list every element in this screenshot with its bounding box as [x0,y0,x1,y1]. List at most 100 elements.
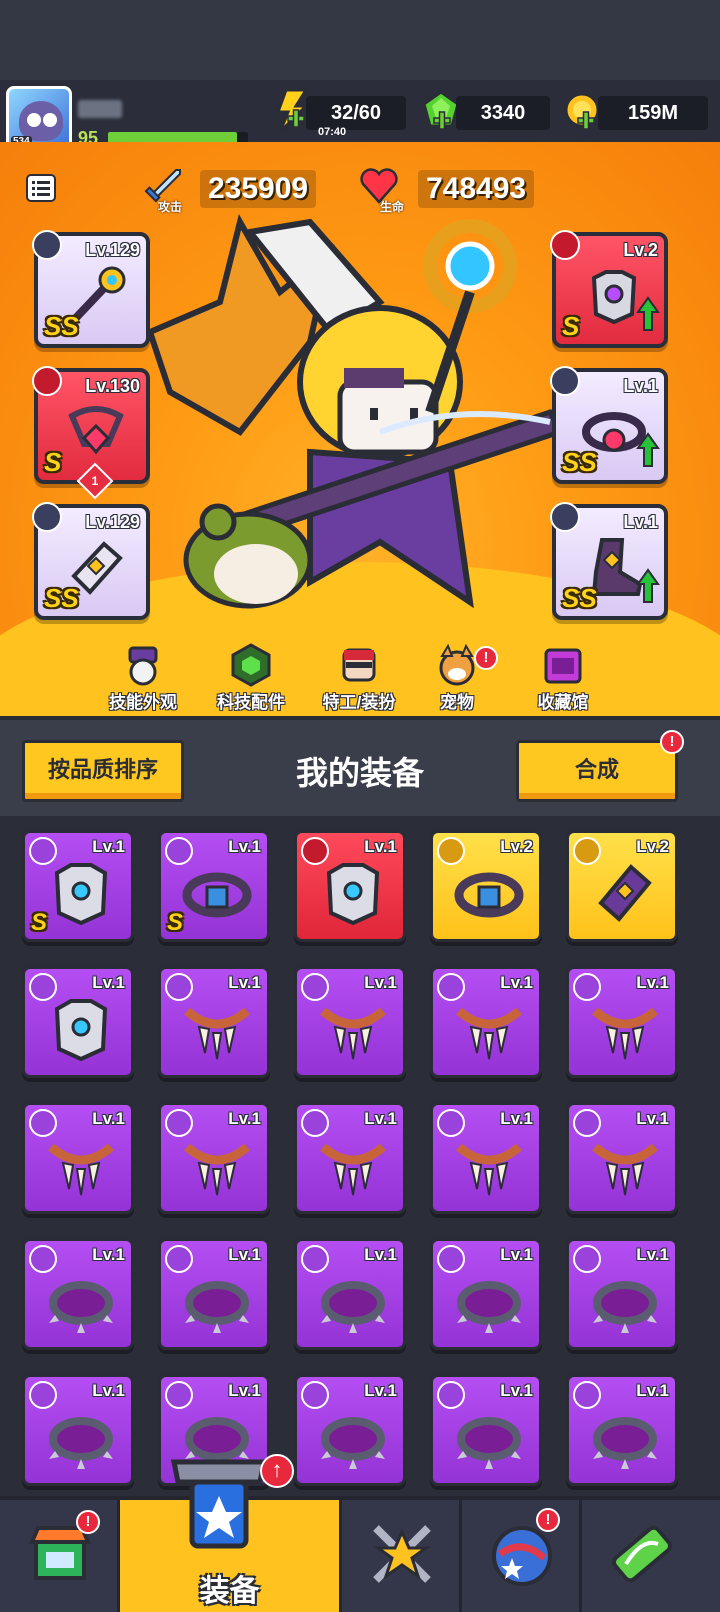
inventory-item[interactable]: Lv.1 [158,1238,270,1350]
inventory-grid: Lv.1 S Lv.1 S Lv.1 Lv.2 Lv.2 Lv.1 Lv.1 Lv.1 Lv.1 Lv… [0,816,720,1496]
pet-icon [439,643,475,686]
sort-by-quality-button[interactable]: 按品质排序 [22,740,184,802]
inventory-item[interactable]: Lv.1 [294,1374,406,1486]
item-level: Lv.1 [364,1109,397,1128]
inventory-item[interactable]: Lv.1 [430,966,542,1078]
tab-label: 装备 [199,1575,260,1608]
inventory-item[interactable]: Lv.2 [430,830,542,942]
inventory-item[interactable]: Lv.1 [22,1238,134,1350]
equipped-armor-slot[interactable]: Lv.2 S [550,230,668,348]
inventory-item[interactable]: Lv.1 [294,966,406,1078]
inventory-item[interactable]: Lv.1 S [22,830,134,942]
nav-tech-part[interactable]: 科技配件 [196,642,306,716]
inventory-item[interactable]: Lv.1 [22,1102,134,1214]
equipped-weapon-slot[interactable]: Lv.129 SS [32,230,150,348]
item-level: Lv.1 [500,1245,533,1264]
slot-level: Lv.1 [623,512,658,532]
item-level: Lv.1 [228,1109,261,1128]
nav-agent-costume[interactable]: 特工/装扮 [304,642,414,716]
spike-collar-icon [593,1281,657,1333]
dna-icon [612,1525,672,1583]
glove-icon [598,864,652,922]
nav-skill-skin[interactable]: 技能外观 [88,642,198,716]
inventory-item[interactable]: Lv.1 [158,966,270,1078]
inventory-item[interactable]: Lv.1 [22,1374,134,1486]
inventory-item[interactable]: Lv.1 [294,830,406,942]
inventory-item[interactable]: Lv.1 [294,1102,406,1214]
belt-category-icon [550,366,580,396]
equipped-boots-slot[interactable]: Lv.1 SS [550,502,668,620]
merge-button[interactable]: 合成 [516,740,678,802]
inventory-item[interactable]: Lv.1 [430,1102,542,1214]
feature-nav: 技能外观 科技配件 特工/装扮 宠物 ! 收藏馆 [0,642,720,716]
energy-counter[interactable]: 32/60 [306,96,406,130]
armor-icon [326,863,380,926]
world-alert-badge: ! [536,1508,560,1532]
tab-world[interactable]: ! [462,1500,582,1612]
nav-label: 特工/装扮 [322,693,396,712]
item-level: Lv.1 [92,837,125,856]
spike-collar-icon [321,1281,385,1333]
nav-label: 收藏馆 [537,693,589,712]
inventory-item[interactable]: Lv.1 [430,1374,542,1486]
item-level: Lv.2 [636,837,669,856]
item-level: Lv.1 [500,973,533,992]
inventory-item[interactable]: Lv.1 [566,1102,678,1214]
item-level: Lv.1 [636,1109,669,1128]
equipped-glove-slot[interactable]: Lv.129 SS [32,502,150,620]
spike-collar-icon [457,1281,521,1333]
nav-pet[interactable]: 宠物 ! [402,642,512,716]
upgrade-arrow-icon [636,568,660,603]
spike-collar-icon [457,1417,521,1469]
slot-level: Lv.129 [85,240,140,260]
coin-counter[interactable]: 159M [598,96,708,130]
slot-rank: SS [44,583,79,613]
equipped-necklace-slot[interactable]: Lv.130 S 1 [32,366,150,500]
tab-dna[interactable] [582,1500,720,1612]
fang-necklace-icon [456,1143,522,1196]
inventory-item[interactable]: Lv.1 [566,1374,678,1486]
star-count-badge: 1 [76,462,114,500]
item-level: Lv.1 [636,1245,669,1264]
armor-category-icon [550,230,580,260]
inventory-item[interactable]: Lv.1 [158,1102,270,1214]
hero-stage: 攻击 235909 生命 748493 Lv.129 SS Lv.130 S 1… [0,142,720,716]
merge-alert-badge: ! [660,730,684,754]
menu-icon[interactable] [26,174,56,202]
upgrade-arrow-icon [636,432,660,467]
upgrade-alert-badge: ↑ [260,1454,294,1488]
inventory-item[interactable]: Lv.1 [430,1238,542,1350]
item-level: Lv.1 [92,1109,125,1128]
inventory-item[interactable]: Lv.1 [22,966,134,1078]
fang-necklace-icon [184,1007,250,1060]
inventory-item[interactable]: Lv.2 [566,830,678,942]
tab-equipment[interactable]: 装备 ↑ [120,1454,342,1612]
item-level: Lv.1 [228,1381,261,1400]
inventory-item[interactable]: Lv.1 S [158,830,270,942]
gem-counter[interactable]: 3340 [456,96,550,130]
nav-label: 科技配件 [217,693,285,712]
equipped-belt-slot[interactable]: Lv.1 SS [550,366,668,484]
avatar-eye [43,113,57,127]
item-level: Lv.1 [228,1245,261,1264]
tab-battle[interactable] [342,1500,462,1612]
equipment-icon [170,1459,268,1549]
inventory-item[interactable]: Lv.1 [566,1238,678,1350]
spike-collar-icon [593,1417,657,1469]
slot-level: Lv.1 [623,376,658,396]
star-swords-icon [373,1525,431,1583]
item-rank: S [167,909,184,936]
item-level: Lv.1 [636,973,669,992]
item-rank: S [31,909,48,936]
inventory-item[interactable]: Lv.1 [566,966,678,1078]
inventory-item[interactable]: Lv.1 [294,1238,406,1350]
fang-necklace-icon [592,1143,658,1196]
avatar-eye [27,113,41,127]
frog-pet [183,503,313,609]
fang-necklace-icon [320,1143,386,1196]
chain-necklace-icon [68,406,124,455]
item-level: Lv.1 [92,1381,125,1400]
tab-shop[interactable]: ! [0,1500,120,1612]
weapon-category-icon [32,230,62,260]
nav-collection[interactable]: 收藏馆 [508,642,618,716]
